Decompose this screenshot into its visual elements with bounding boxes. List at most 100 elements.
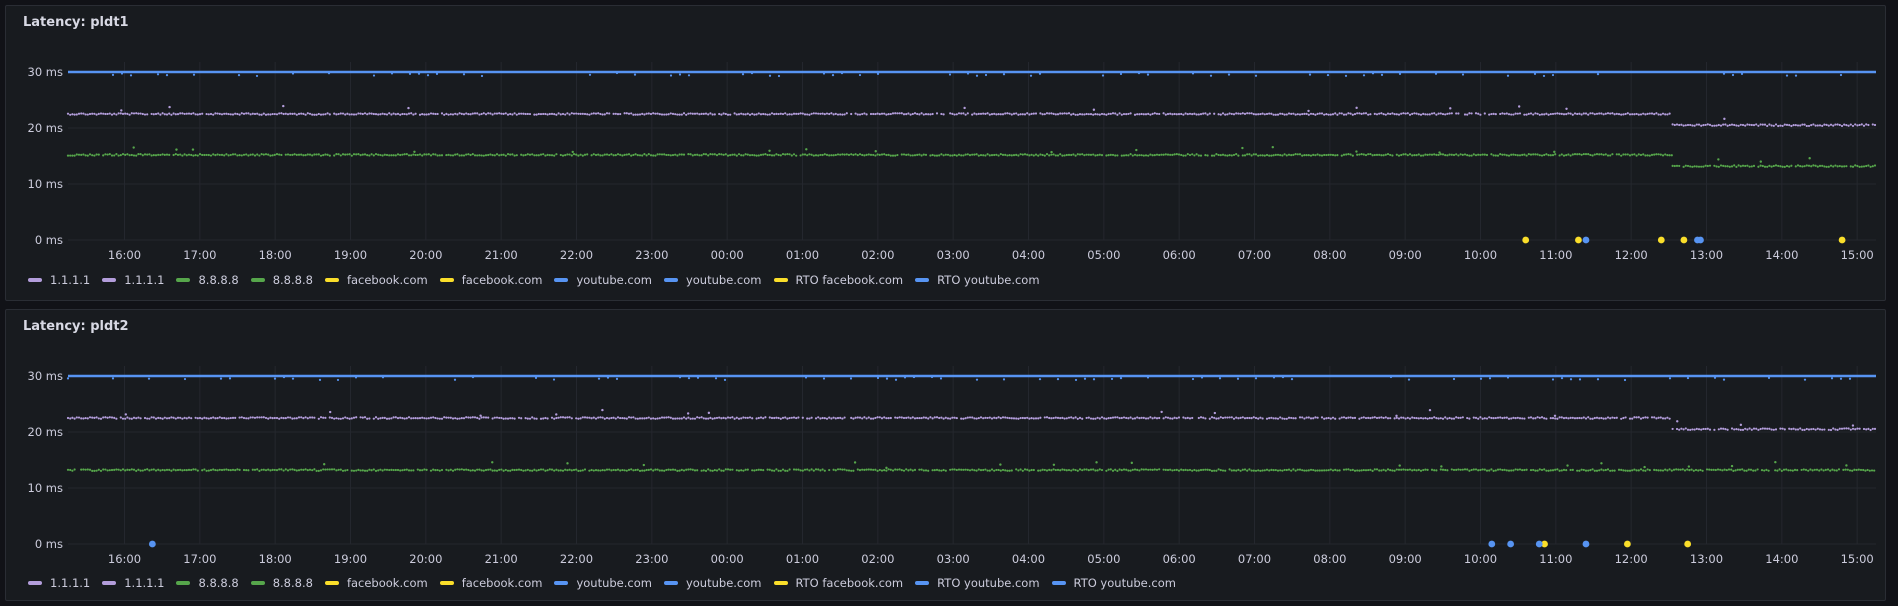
data-point (852, 153, 855, 157)
data-point (759, 468, 763, 471)
data-point (775, 112, 778, 115)
data-point (344, 153, 347, 156)
legend-item[interactable]: facebook.com (439, 273, 542, 287)
legend-item[interactable]: 8.8.8.8 (176, 576, 239, 590)
data-point (77, 112, 81, 115)
data-point (1140, 112, 1143, 116)
legend-item[interactable]: youtube.com (554, 273, 652, 287)
legend-item[interactable]: RTO facebook.com (773, 576, 903, 590)
data-point (678, 376, 682, 379)
data-point (1232, 417, 1236, 420)
data-point (1373, 468, 1376, 471)
legend-item[interactable]: youtube.com (554, 576, 652, 590)
legend-item[interactable]: RTO youtube.com (915, 273, 1040, 287)
data-point (1626, 469, 1629, 472)
data-point (1114, 416, 1117, 419)
data-point (357, 153, 360, 156)
data-point (1851, 427, 1855, 430)
data-point (568, 113, 571, 116)
data-point (1761, 427, 1764, 430)
data-point (1133, 113, 1137, 116)
data-point (709, 112, 712, 115)
data-point (1659, 113, 1662, 116)
data-point (964, 468, 967, 471)
data-point (388, 112, 391, 115)
data-point (1356, 153, 1359, 156)
data-point (341, 469, 345, 472)
data-point (1831, 468, 1834, 471)
data-point (1676, 420, 1679, 423)
data-point (1224, 154, 1227, 157)
data-point (792, 112, 796, 115)
data-point (863, 112, 866, 115)
data-point (1774, 428, 1778, 431)
data-point (691, 417, 694, 420)
data-point (1849, 428, 1852, 431)
legend-item[interactable]: 1.1.1.1 (102, 576, 164, 590)
data-point (1761, 164, 1764, 168)
legend-item[interactable]: 1.1.1.1 (28, 273, 90, 287)
legend-item[interactable]: 1.1.1.1 (28, 576, 90, 590)
legend-item[interactable]: youtube.com (663, 576, 762, 590)
data-point (1637, 469, 1640, 472)
data-point (1285, 154, 1288, 157)
data-point (377, 417, 380, 420)
data-point (1320, 154, 1324, 157)
legend-item[interactable]: RTO youtube.com (1051, 576, 1176, 590)
data-point (1351, 416, 1354, 420)
data-point (110, 468, 114, 472)
data-point (632, 153, 635, 157)
data-point (1448, 112, 1451, 115)
data-point (473, 112, 477, 115)
data-point (1514, 417, 1517, 420)
data-point (822, 72, 826, 75)
latency-panel-pldt2[interactable]: Latency: pldt2 0 ms 10 ms 20 ms 30 ms 16:00 1… (5, 309, 1886, 601)
data-point (638, 469, 642, 472)
data-point (841, 113, 844, 116)
data-point (1026, 416, 1029, 419)
legend-item[interactable]: youtube.com (663, 273, 762, 287)
data-point (1514, 112, 1517, 115)
data-point (1860, 123, 1863, 126)
data-point (161, 468, 164, 472)
data-point (1349, 469, 1352, 472)
legend-item[interactable]: 8.8.8.8 (176, 273, 239, 287)
data-point (1705, 468, 1709, 471)
data-point (627, 416, 631, 419)
data-point (1455, 416, 1458, 419)
data-point (1246, 153, 1249, 156)
latency-panel-pldt1[interactable]: Latency: pldt1 0 ms 10 ms 20 ms 30 ms 16:00 1… (5, 5, 1886, 301)
legend-item[interactable]: RTO youtube.com (915, 576, 1040, 590)
x-tick-label: 10:00 (1464, 248, 1497, 262)
data-point (220, 468, 224, 472)
data-point (432, 468, 435, 471)
data-point (190, 468, 193, 472)
legend-item[interactable]: facebook.com (324, 576, 428, 590)
data-point (744, 153, 747, 156)
data-point (509, 469, 512, 472)
data-point (251, 416, 254, 419)
data-point (889, 112, 892, 116)
data-point (555, 153, 558, 156)
data-point (1356, 469, 1359, 472)
data-point (302, 468, 305, 471)
legend-item[interactable]: facebook.com (439, 576, 542, 590)
latency-chart[interactable]: 0 ms10 ms20 ms30 ms16:00 17:00 18:00 19:00 2… (6, 310, 1887, 602)
data-point (416, 468, 419, 471)
data-point (1794, 165, 1797, 168)
legend-item[interactable]: RTO facebook.com (773, 273, 903, 287)
data-point (1611, 416, 1614, 419)
latency-chart[interactable]: 0 ms10 ms20 ms30 ms16:00 17:00 18:00 19:00 2… (6, 6, 1887, 302)
data-point (863, 416, 866, 419)
legend-item[interactable]: 8.8.8.8 (250, 576, 313, 590)
legend-item[interactable]: facebook.com (324, 273, 428, 287)
data-point (426, 74, 430, 77)
data-point (1847, 124, 1850, 127)
data-point (1083, 468, 1086, 471)
data-point (1534, 417, 1537, 420)
data-point (660, 113, 664, 116)
data-point (513, 154, 516, 157)
legend-item[interactable]: 8.8.8.8 (250, 273, 313, 287)
data-point (1158, 416, 1161, 420)
legend-item[interactable]: 1.1.1.1 (102, 273, 164, 287)
